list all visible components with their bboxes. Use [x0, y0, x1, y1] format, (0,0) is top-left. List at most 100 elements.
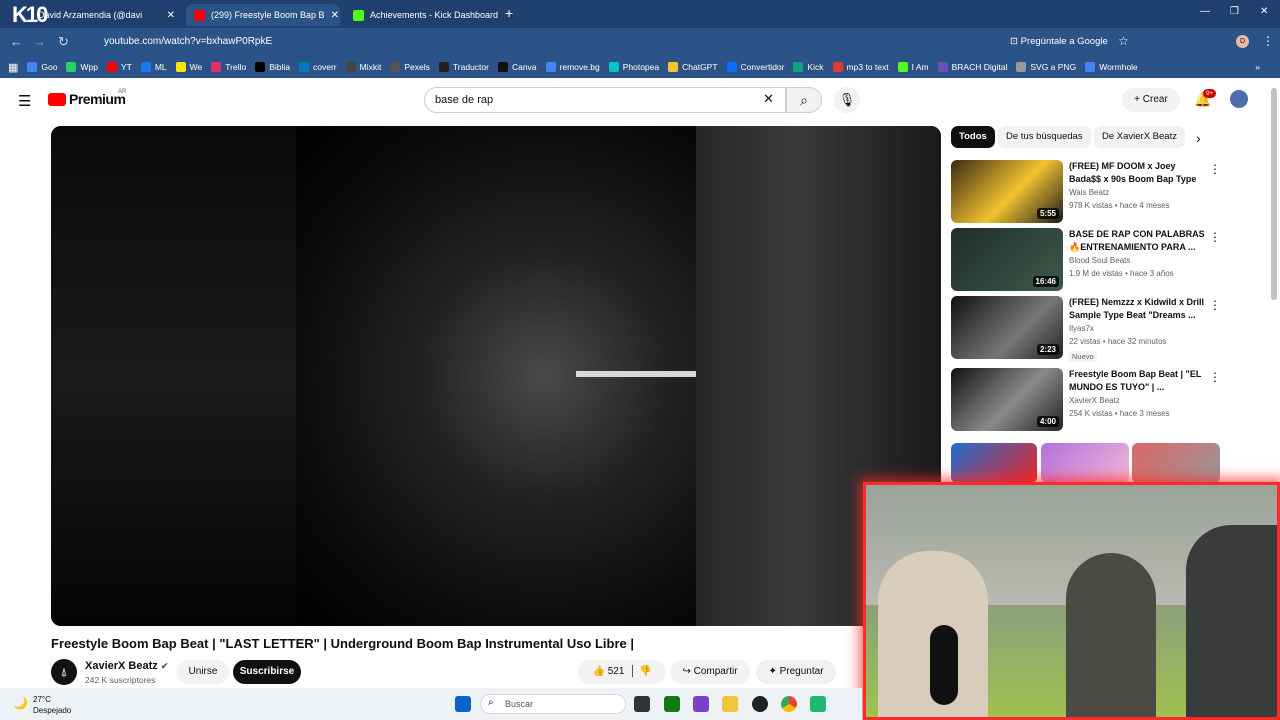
- bookmark-item[interactable]: BRACH Digital: [937, 62, 1007, 72]
- search-button[interactable]: ⌕: [786, 87, 822, 113]
- voice-search-button[interactable]: 🎙: [834, 87, 860, 113]
- search-input[interactable]: base de rap: [424, 87, 786, 113]
- chip-de-tus-busquedas[interactable]: De tus búsquedas: [998, 126, 1091, 148]
- chip-de-xavierx-beatz[interactable]: De XavierX Beatz: [1094, 126, 1185, 148]
- file-explorer-icon[interactable]: [722, 696, 738, 712]
- account-avatar[interactable]: [1230, 90, 1248, 108]
- share-button[interactable]: ↪ Compartir: [670, 660, 750, 684]
- bookmark-item[interactable]: Wormhole: [1085, 62, 1138, 72]
- bookmark-item[interactable]: Trello: [211, 62, 246, 72]
- tab-twitter[interactable]: David Arzamendia (@davi ✕: [30, 4, 183, 26]
- bookmark-item[interactable]: Pexels: [390, 62, 430, 72]
- bookmark-item[interactable]: Convertidor: [726, 62, 784, 72]
- recommendation-thumbnail-partial[interactable]: [951, 443, 1037, 483]
- ask-google-button[interactable]: ⊡ Pregúntale a Google: [1010, 36, 1108, 47]
- page-scrollbar[interactable]: [1271, 88, 1277, 300]
- channel-avatar[interactable]: ⍋: [51, 659, 77, 685]
- bookmark-star-icon[interactable]: ☆: [1118, 34, 1129, 48]
- video-player[interactable]: [51, 126, 941, 626]
- obs-icon[interactable]: [752, 696, 768, 712]
- taskbar-search[interactable]: Buscar: [480, 694, 626, 714]
- reload-icon[interactable]: ↻: [58, 34, 69, 50]
- bookmark-item[interactable]: Traductor: [438, 62, 489, 72]
- recommendation-item[interactable]: 16:46 BASE DE RAP CON PALABRAS 🔥ENTRENAMI…: [951, 228, 1221, 292]
- recommendation-title[interactable]: (FREE) Nemzzz x Kidwild x Drill Sample T…: [1069, 296, 1205, 322]
- clear-search-icon[interactable]: ✕: [763, 91, 774, 107]
- recommendation-thumbnail[interactable]: 5:55: [951, 160, 1063, 223]
- like-dislike-group[interactable]: 👍 521 │ 👎: [578, 660, 666, 684]
- bookmarks-overflow-icon[interactable]: »: [1255, 62, 1260, 72]
- app-icon[interactable]: [810, 696, 826, 712]
- recommendation-title[interactable]: Freestyle Boom Bap Beat | "EL MUNDO ES T…: [1069, 368, 1205, 394]
- bookmark-item[interactable]: remove.bg: [545, 62, 600, 72]
- close-icon[interactable]: ✕: [161, 10, 175, 21]
- thumbs-down-icon[interactable]: 👎: [639, 666, 651, 677]
- bookmark-item[interactable]: I Am: [897, 62, 929, 72]
- recommendation-title[interactable]: (FREE) MF DOOM x Joey Bada$$ x 90s Boom …: [1069, 160, 1205, 187]
- recommendation-channel[interactable]: Blood Soul Beats: [1069, 256, 1130, 265]
- recommendation-item[interactable]: 4:00 Freestyle Boom Bap Beat | "EL MUNDO …: [951, 368, 1221, 432]
- new-tab-icon[interactable]: +: [505, 5, 513, 21]
- bookmark-item[interactable]: Wpp: [66, 62, 98, 72]
- bookmark-item[interactable]: Goo: [27, 62, 57, 72]
- recommendation-item[interactable]: 2:23 (FREE) Nemzzz x Kidwild x Drill Samp…: [951, 296, 1221, 362]
- channel-name[interactable]: XavierX Beatz ✔: [85, 660, 168, 672]
- join-button[interactable]: Unirse: [177, 660, 229, 684]
- youtube-logo-icon[interactable]: [48, 93, 66, 106]
- more-options-icon[interactable]: ⋮: [1209, 298, 1221, 312]
- more-options-icon[interactable]: ⋮: [1209, 370, 1221, 384]
- menu-dots-icon[interactable]: ⋮: [1262, 34, 1274, 48]
- youtube-premium-logo[interactable]: Premium: [69, 91, 126, 107]
- forward-icon[interactable]: →: [33, 34, 46, 49]
- bookmark-item[interactable]: SVG a PNG: [1016, 62, 1076, 72]
- bookmark-item[interactable]: We: [175, 62, 202, 72]
- windows-start-icon[interactable]: [455, 696, 471, 712]
- recommendation-channel[interactable]: Wais Beatz: [1069, 188, 1109, 197]
- minimize-icon[interactable]: —: [1200, 6, 1210, 17]
- bookmark-item[interactable]: ChatGPT: [668, 62, 718, 72]
- bookmark-item[interactable]: Canva: [497, 62, 537, 72]
- bookmark-item[interactable]: ML: [140, 62, 167, 72]
- weather-widget[interactable]: 27°C Despejado: [33, 694, 71, 716]
- recommendation-thumbnail[interactable]: 16:46: [951, 228, 1063, 291]
- bookmark-item[interactable]: Mixkit: [345, 62, 381, 72]
- recommendation-thumbnail[interactable]: 4:00: [951, 368, 1063, 431]
- recommendation-thumbnail[interactable]: 2:23: [951, 296, 1063, 359]
- recommendation-channel[interactable]: Ilyas7x: [1069, 324, 1094, 333]
- close-window-icon[interactable]: ✕: [1260, 6, 1268, 17]
- tab-kick[interactable]: Achievements - Kick Dashboard✕: [345, 4, 500, 26]
- back-icon[interactable]: ←: [10, 34, 23, 49]
- app-icon[interactable]: [693, 696, 709, 712]
- region-code: AR: [118, 89, 127, 95]
- recommendation-thumbnail-partial[interactable]: [1132, 443, 1220, 483]
- bookmark-item[interactable]: Kick: [793, 62, 824, 72]
- more-options-icon[interactable]: ⋮: [1209, 162, 1221, 176]
- chevron-right-icon[interactable]: ›: [1196, 130, 1201, 146]
- close-icon[interactable]: ✕: [325, 10, 339, 21]
- tab-youtube[interactable]: (299) Freestyle Boom Bap B ✕: [186, 4, 340, 26]
- url-field[interactable]: youtube.com/watch?v=bxhawP0RpkE: [86, 32, 1142, 52]
- subscribe-button[interactable]: Suscribirse: [233, 660, 301, 684]
- bookmark-item[interactable]: mp3 to text: [832, 62, 889, 72]
- apps-icon[interactable]: ▦: [8, 61, 18, 74]
- more-options-icon[interactable]: ⋮: [1209, 230, 1221, 244]
- close-icon[interactable]: ✕: [498, 10, 500, 21]
- chip-todos[interactable]: Todos: [951, 126, 995, 148]
- thumbs-up-icon[interactable]: 👍: [593, 666, 605, 677]
- create-button[interactable]: + Crear: [1122, 88, 1180, 112]
- bookmark-item[interactable]: Biblia: [255, 62, 290, 72]
- restore-icon[interactable]: ❐: [1230, 6, 1239, 17]
- recommendation-title[interactable]: BASE DE RAP CON PALABRAS 🔥ENTRENAMIENTO …: [1069, 228, 1205, 254]
- task-view-icon[interactable]: [634, 696, 650, 712]
- bookmark-item[interactable]: YT: [106, 62, 132, 72]
- recommendation-item[interactable]: 5:55 (FREE) MF DOOM x Joey Bada$$ x 90s B…: [951, 160, 1221, 224]
- profile-avatar[interactable]: D: [1236, 35, 1249, 48]
- bookmark-item[interactable]: Photopea: [608, 62, 659, 72]
- recommendation-thumbnail-partial[interactable]: [1041, 443, 1129, 483]
- bookmark-item[interactable]: coverr: [299, 62, 337, 72]
- recommendation-channel[interactable]: XavierX Beatz: [1069, 396, 1120, 405]
- ask-button[interactable]: ✦ Preguntar: [756, 660, 836, 684]
- xbox-icon[interactable]: [664, 696, 680, 712]
- hamburger-menu-icon[interactable]: ☰: [18, 92, 31, 110]
- chrome-icon[interactable]: [781, 696, 797, 712]
